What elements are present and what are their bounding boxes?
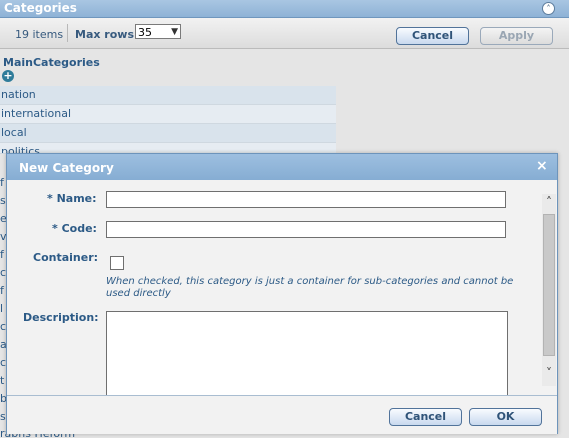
container-label: Container:	[33, 251, 99, 264]
collapse-icon[interactable]: ˄	[542, 2, 555, 15]
name-label: * Name:	[47, 192, 97, 205]
dialog-cancel-button[interactable]: Cancel	[389, 408, 462, 426]
max-rows-value: 35	[138, 26, 152, 39]
dialog-title: New Category	[19, 161, 114, 175]
categories-panel-header: Categories ˄	[0, 0, 569, 18]
dialog-ok-button[interactable]: OK	[469, 408, 542, 426]
list-item[interactable]: international	[0, 105, 336, 124]
panel-cancel-button[interactable]: Cancel	[396, 27, 469, 45]
code-label: * Code:	[52, 222, 97, 235]
scroll-up-icon[interactable]: ˄	[542, 196, 556, 208]
chevron-down-icon: ▼	[171, 27, 178, 37]
category-list: nation international local politics	[0, 86, 336, 154]
toolbar-divider	[67, 24, 68, 42]
name-input[interactable]	[106, 191, 506, 208]
container-checkbox[interactable]	[110, 256, 124, 270]
scroll-down-icon[interactable]: ˅	[542, 367, 556, 379]
code-input[interactable]	[106, 221, 506, 238]
items-count: 19 items	[15, 28, 64, 41]
max-rows-label: Max rows:	[75, 28, 139, 41]
description-label: Description:	[23, 311, 99, 324]
main-categories-label: MainCategories	[3, 56, 100, 69]
new-category-dialog: New Category × * Name: * Code: Container…	[6, 153, 558, 434]
dialog-footer: Cancel OK	[7, 395, 557, 434]
dialog-header: New Category ×	[7, 154, 557, 180]
close-icon[interactable]: ×	[536, 158, 548, 174]
max-rows-select[interactable]: 35 ▼	[135, 24, 181, 39]
panel-toolbar: 19 items Max rows: 35 ▼ Cancel Apply	[0, 18, 569, 49]
container-help-text: When checked, this category is just a co…	[106, 276, 514, 299]
panel-title: Categories	[4, 1, 77, 15]
list-item[interactable]: nation	[0, 86, 336, 105]
add-category-icon[interactable]: +	[2, 70, 14, 82]
panel-apply-button[interactable]: Apply	[480, 27, 553, 45]
list-item[interactable]: local	[0, 124, 336, 143]
scroll-thumb[interactable]	[543, 214, 555, 356]
description-textarea[interactable]	[106, 311, 508, 396]
